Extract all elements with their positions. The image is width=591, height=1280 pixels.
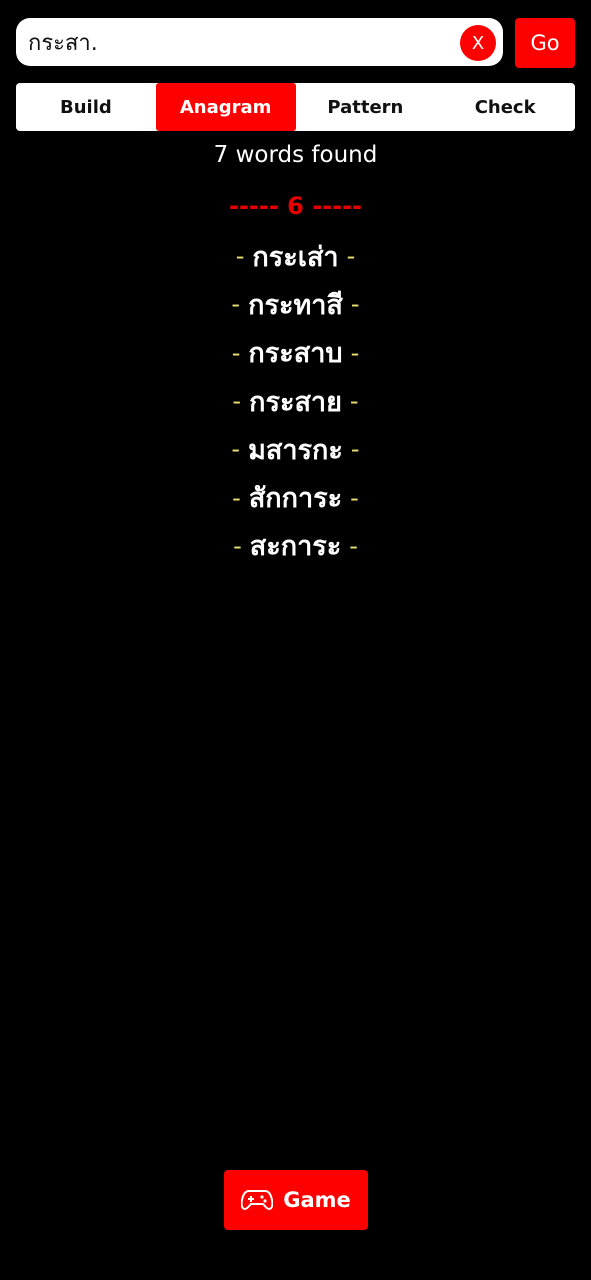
go-button-label: Go <box>530 31 560 55</box>
dash-left: - <box>233 531 242 560</box>
dash-right: - <box>349 531 358 560</box>
tab-anagram[interactable]: Anagram <box>155 83 296 131</box>
results-count: 7 words found <box>213 142 378 168</box>
tab-pattern[interactable]: Pattern <box>296 83 436 131</box>
close-icon: X <box>471 32 485 54</box>
dash-right: - <box>350 435 360 464</box>
word-text: กระสาบ <box>248 338 343 370</box>
dash-left: - <box>231 435 241 464</box>
word-text: กระเส่า <box>252 241 339 273</box>
dash-right: - <box>346 242 356 271</box>
list-item[interactable]: - กระสาย - <box>0 377 591 425</box>
mode-tabs: Build Anagram Pattern Check <box>16 83 575 131</box>
clear-button[interactable]: X <box>460 25 496 61</box>
dash-right: - <box>349 387 359 416</box>
word-text: กระทาสี <box>248 289 343 321</box>
list-item[interactable]: - กระเส่า - <box>0 232 591 280</box>
list-item[interactable]: - กระทาสี - <box>0 280 591 328</box>
dash-left: - <box>235 242 245 271</box>
dash-left: - <box>232 387 242 416</box>
list-item[interactable]: - มสารกะ - <box>0 425 591 473</box>
dash-left: - <box>231 338 241 367</box>
search-bar: X Go <box>16 18 575 68</box>
word-text: มสารกะ <box>248 434 343 466</box>
word-list: - กระเส่า - - กระทาสี - - กระสาบ - - กระ… <box>0 232 591 570</box>
dash-left: - <box>231 290 241 319</box>
word-text: กระสาย <box>249 386 342 418</box>
game-button-label: Game <box>283 1188 351 1212</box>
dash-right: - <box>350 483 359 512</box>
tab-check[interactable]: Check <box>435 83 575 131</box>
tab-build[interactable]: Build <box>16 83 156 131</box>
search-input[interactable] <box>28 18 458 66</box>
word-length-header: ----- 6 ----- <box>228 192 363 220</box>
dash-right: - <box>350 290 360 319</box>
word-text: สะการะ <box>249 531 342 563</box>
list-item[interactable]: - สะการะ - <box>0 522 591 570</box>
dash-left: - <box>232 483 241 512</box>
game-button[interactable]: Game <box>224 1170 368 1230</box>
word-text: สักการะ <box>248 483 343 515</box>
list-item[interactable]: - กระสาบ - <box>0 329 591 377</box>
search-field-container[interactable]: X <box>16 18 503 66</box>
gamepad-icon <box>241 1188 274 1212</box>
go-button[interactable]: Go <box>515 18 575 68</box>
dash-right: - <box>350 338 360 367</box>
list-item[interactable]: - สักการะ - <box>0 473 591 521</box>
